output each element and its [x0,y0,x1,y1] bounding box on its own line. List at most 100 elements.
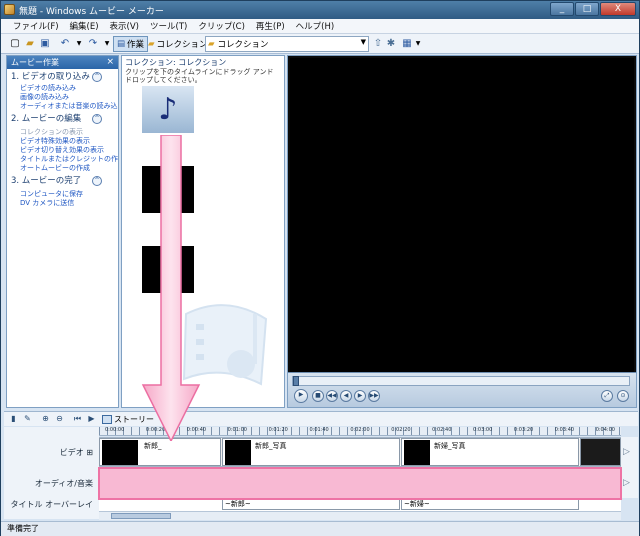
close-icon[interactable]: × [106,56,114,69]
tasks-pane-header: ムービー作業 × [7,56,118,69]
task-link-import-video[interactable]: ビデオの読み込み [20,84,118,93]
split-clip-button[interactable]: ⤢ [601,390,613,402]
video-track-label[interactable]: ビデオ ⊞ [60,447,93,458]
menu-clip[interactable]: クリップ(C) [198,20,245,32]
play-timeline-icon[interactable]: ▶ [86,414,97,423]
save-project-icon[interactable]: ▣ [39,38,51,50]
title-clip[interactable]: ~新婦~ [401,499,579,510]
task-link-import-pictures[interactable]: 画像の読み込み [20,93,118,102]
forward-button[interactable]: ▶ [354,390,366,402]
open-project-icon[interactable]: ▰ [24,38,36,50]
collection-pane: コレクション: コレクション クリップを下のタイムラインにドラッグ アンド ドロ… [121,55,285,408]
expand-icon[interactable]: ⊞ [86,448,93,457]
clip-name: 新郎_写真 [255,442,287,450]
zoom-in-icon[interactable]: ⊕ [40,414,51,423]
previous-frame-button[interactable]: ◀◀ [326,390,338,402]
menu-bar: ファイル(F) 編集(E) 表示(V) ツール(T) クリップ(C) 再生(P)… [1,19,639,34]
task-link-make-titles[interactable]: タイトルまたはクレジットの作成 [20,155,118,164]
task-section-finish: 3. ムービーの完了 ^ コンピュータに保存 DV カメラに送信 [7,176,118,208]
snapshot-button[interactable]: ⊙ [617,390,629,402]
video-clip[interactable]: 新郎_ [99,438,221,466]
timeline-ruler-marks: 0:00:00 0:00:20 0:00:40 0:01:00 0:01:20 … [99,427,621,436]
ruler-mark: 0:01:40 [309,427,329,433]
scrollbar-thumb[interactable] [111,513,171,519]
new-collection-icon[interactable]: ✱ [385,38,397,50]
app-icon [4,4,15,15]
clip-name: 新婦_写真 [434,442,466,450]
video-track-name: ビデオ [59,448,84,457]
rewind-timeline-icon[interactable]: ⏮ [72,414,83,424]
storyboard-label: ストーリー [114,414,154,424]
window-title: 無題 - Windows ムービー メーカー [19,7,164,17]
new-project-icon[interactable]: ▢ [9,38,21,50]
views-dropdown-icon[interactable]: ▼ [412,38,424,50]
ruler-mark: 0:02:20 [391,427,411,433]
task-link-view-collections: コレクションの表示 [20,128,83,136]
undo-dropdown-icon[interactable]: ▼ [73,38,85,50]
undo-icon[interactable]: ↶ [59,38,71,50]
collection-select[interactable]: ▰ コレクション ▼ [205,36,369,52]
collapse-icon[interactable]: ^ [92,114,102,124]
ruler-mark: 0:00:00 [105,427,125,433]
ruler-mark: 0:00:20 [145,427,166,433]
folder-icon: ▰ [208,39,215,49]
maximize-button[interactable]: □ [575,2,599,16]
title-bar: 無題 - Windows ムービー メーカー _ □ X [1,1,639,19]
status-bar: 準備完了 [1,521,639,536]
ruler-mark: 0:01:00 [227,427,247,433]
music-note-icon: ♪ [158,92,178,127]
narrate-icon[interactable]: ✎ [22,414,33,423]
menu-play[interactable]: 再生(P) [256,20,285,32]
audio-music-track[interactable] [99,468,621,498]
timeline-horizontal-scrollbar[interactable] [99,511,621,520]
timeline-end-marker: ▷ ▷ [621,437,638,498]
menu-help[interactable]: ヘルプ(H) [296,20,335,32]
menu-view[interactable]: 表示(V) [110,20,139,32]
clip-thumbnail [404,440,430,465]
menu-edit[interactable]: 編集(E) [70,20,99,32]
collection-instruction: クリップを下のタイムラインにドラッグ アンド ドロップしてください。 [125,68,274,84]
chevron-down-icon: ▼ [360,38,366,46]
video-track: 新郎_ 新郎_写真 新婦_写真 [99,437,621,467]
back-button[interactable]: ◀ [340,390,352,402]
video-clip-thumbnail[interactable] [142,246,194,293]
play-button[interactable]: ▶ [294,389,308,403]
collapse-icon[interactable]: ^ [92,176,102,186]
set-audio-levels-icon[interactable]: ▮ [8,414,19,423]
seek-bar[interactable] [292,376,630,386]
collections-toggle-button[interactable]: ▰ コレクション [145,36,211,52]
video-clip-thumbnail[interactable] [142,166,194,213]
ruler-mark: 0:01:20 [268,427,288,433]
ruler-mark: 0:00:40 [186,427,207,433]
show-storyboard-button[interactable]: ストーリー [102,413,154,425]
video-clip[interactable]: 新婦_写真 [401,438,579,466]
redo-dropdown-icon[interactable]: ▼ [101,38,113,50]
task-link-view-transitions[interactable]: ビデオ切り替え効果の表示 [20,146,118,155]
ruler-mark: 0:03:20 [513,427,534,433]
tasks-toggle-button[interactable]: ▤ 作業 [113,36,149,52]
task-link-send-to-dv[interactable]: DV カメラに送信 [20,199,118,208]
menu-tools[interactable]: ツール(T) [150,20,187,32]
up-folder-icon[interactable]: ⇧ [372,38,384,50]
seek-handle[interactable] [293,376,299,386]
audio-clip-thumbnail[interactable]: ♪ [142,86,194,133]
track-labels: ビデオ ⊞ オーディオ/音楽 タイトル オーバーレイ [4,427,99,519]
minimize-button[interactable]: _ [550,2,574,16]
video-clip[interactable] [580,438,621,466]
ruler-mark: 0:04:00 [595,427,615,433]
title-clip[interactable]: ~新郎~ [222,499,400,510]
menu-file[interactable]: ファイル(F) [13,20,59,32]
task-link-view-effects[interactable]: ビデオ特殊効果の表示 [20,137,118,146]
video-clip[interactable]: 新郎_写真 [222,438,400,466]
collapse-icon[interactable]: ^ [92,72,102,82]
redo-icon[interactable]: ↷ [87,38,99,50]
next-frame-button[interactable]: ▶▶ [368,390,380,402]
task-link-automovie[interactable]: オートムービーの作成 [20,164,118,173]
close-button[interactable]: X [600,2,636,16]
stop-button[interactable]: ■ [312,390,324,402]
zoom-out-icon[interactable]: ⊖ [54,414,65,423]
task-link-import-audio[interactable]: オーディオまたは音楽の読み込み [20,102,118,111]
clip-thumbnail [225,440,251,465]
task-link-save-to-computer[interactable]: コンピュータに保存 [20,190,118,199]
title-overlay-track: ~新郎~ ~新婦~ [99,499,621,511]
